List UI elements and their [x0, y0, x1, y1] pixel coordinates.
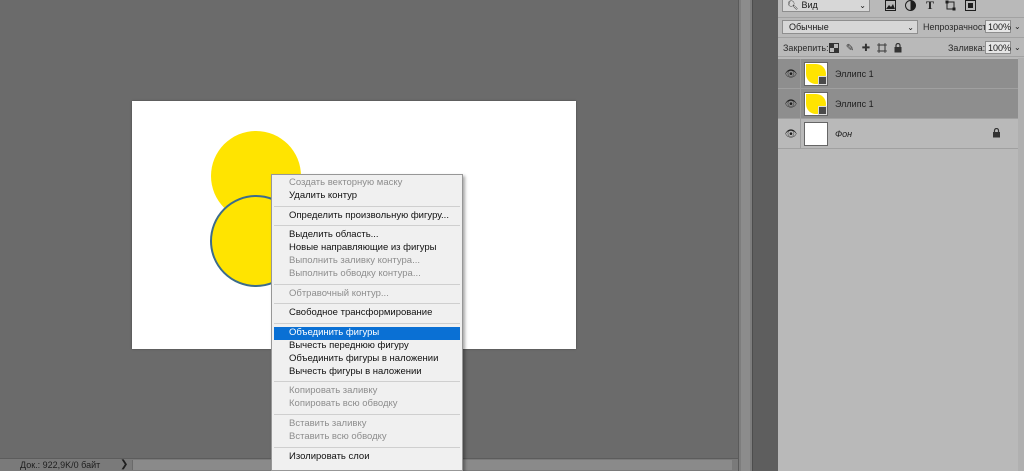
lock-artboard-icon[interactable]: [876, 42, 888, 54]
shape-layer-badge-icon: [818, 76, 827, 85]
menu-item[interactable]: Удалить контур: [274, 190, 460, 203]
kind-filter-label: Вид: [801, 0, 818, 10]
menu-item[interactable]: Свободное трансформирование: [274, 307, 460, 320]
opacity-dropdown-arrow-icon[interactable]: ⌄: [1014, 22, 1021, 31]
layer-kind-filter-select[interactable]: 🔍︎ Вид ⌄: [782, 0, 870, 12]
menu-item: Выполнить заливку контура...: [289, 254, 420, 266]
scrollbar-thumb[interactable]: [741, 0, 750, 471]
search-icon: 🔍︎: [787, 0, 799, 10]
document-size-info[interactable]: Док.: 922,9K/0 байт: [20, 460, 100, 470]
menu-item: Вставить заливку: [289, 417, 367, 429]
panel-divider: [752, 0, 778, 471]
context-menu: Создать векторную маску Удалить контур Опр…: [271, 174, 463, 471]
menu-item[interactable]: Вычесть переднюю фигуру: [274, 340, 460, 353]
layer-name[interactable]: Эллипс 1: [835, 69, 874, 79]
menu-item: Обтравочный контур...: [289, 287, 389, 299]
menu-item[interactable]: Объединить фигуры в наложении: [274, 353, 460, 366]
visibility-eye-icon[interactable]: 👁︎: [785, 68, 798, 80]
menu-separator: [274, 381, 460, 383]
layer-lock-icon[interactable]: [992, 127, 1001, 141]
menu-item: Создать векторную маску: [289, 177, 403, 188]
status-menu-arrow-icon[interactable]: ❯: [120, 459, 128, 470]
menu-item[interactable]: Объединить фигуры: [274, 327, 460, 340]
fill-input[interactable]: 100%: [985, 41, 1011, 54]
menu-item: Копировать всю обводку: [289, 398, 398, 410]
menu-item: Выполнить обводку контура...: [289, 267, 421, 279]
fill-dropdown-arrow-icon[interactable]: ⌄: [1014, 43, 1021, 52]
layers-panel: 🔍︎ Вид ⌄ T Обычные ⌄ Непрозрачность: 100…: [778, 0, 1024, 471]
menu-separator: [274, 446, 460, 448]
menu-separator: [274, 413, 460, 415]
layer-row-ellipse-1b[interactable]: 👁︎ Эллипс 1: [778, 89, 1024, 119]
menu-separator: [274, 225, 460, 227]
menu-separator: [274, 323, 460, 325]
opacity-input[interactable]: 100%: [985, 20, 1011, 33]
image-filter-icon[interactable]: [882, 0, 898, 13]
lock-position-icon[interactable]: ✚: [860, 42, 872, 54]
fill-label: Заливка:: [948, 43, 986, 53]
menu-item: Вставить всю обводку: [289, 430, 387, 442]
visibility-eye-icon[interactable]: 👁︎: [785, 128, 798, 140]
adjustment-filter-icon[interactable]: [902, 0, 918, 13]
layer-thumbnail: [804, 92, 828, 116]
lock-all-icon[interactable]: [892, 42, 904, 54]
smart-object-filter-icon[interactable]: [962, 0, 978, 13]
menu-item[interactable]: Изолировать слои: [274, 451, 460, 464]
layer-row-background[interactable]: 👁︎ Фон: [778, 119, 1024, 149]
text-filter-icon[interactable]: T: [922, 0, 938, 13]
lock-fill-row: Закрепить: ✎ ✚ Заливка: 100% ⌄: [778, 37, 1024, 57]
layer-thumbnail: [804, 122, 828, 146]
lock-image-pixels-icon[interactable]: ✎: [844, 42, 856, 54]
layer-row-ellipse-1a[interactable]: 👁︎ Эллипс 1: [778, 59, 1024, 89]
layer-filter-row: 🔍︎ Вид ⌄ T: [778, 0, 1024, 14]
document-vertical-scrollbar[interactable]: [738, 0, 752, 471]
layer-name[interactable]: Эллипс 1: [835, 99, 874, 109]
chevron-down-icon: ⌄: [907, 22, 914, 32]
blend-mode-select[interactable]: Обычные ⌄: [782, 20, 918, 34]
blend-opacity-row: Обычные ⌄ Непрозрачность: 100% ⌄: [778, 17, 1024, 35]
menu-item[interactable]: Новые направляющие из фигуры: [274, 242, 460, 255]
blend-mode-value: Обычные: [789, 22, 829, 32]
shape-filter-icon[interactable]: [942, 0, 958, 13]
menu-separator: [274, 303, 460, 305]
visibility-eye-icon[interactable]: 👁︎: [785, 98, 798, 110]
layer-thumbnail: [804, 62, 828, 86]
menu-item[interactable]: Выделить область...: [274, 229, 460, 242]
layer-name[interactable]: Фон: [835, 129, 852, 139]
menu-separator: [274, 205, 460, 207]
menu-item[interactable]: Вычесть фигуры в наложении: [274, 366, 460, 379]
lock-transparent-pixels-icon[interactable]: [828, 42, 840, 54]
menu-item[interactable]: Определить произвольную фигуру...: [274, 210, 460, 223]
layers-scrollbar[interactable]: [1018, 58, 1024, 471]
menu-separator: [274, 283, 460, 285]
chevron-down-icon: ⌄: [859, 0, 866, 10]
lock-label: Закрепить:: [783, 43, 829, 53]
menu-item: Копировать заливку: [289, 385, 378, 397]
opacity-label: Непрозрачность:: [923, 22, 994, 32]
shape-layer-badge-icon: [818, 106, 827, 115]
